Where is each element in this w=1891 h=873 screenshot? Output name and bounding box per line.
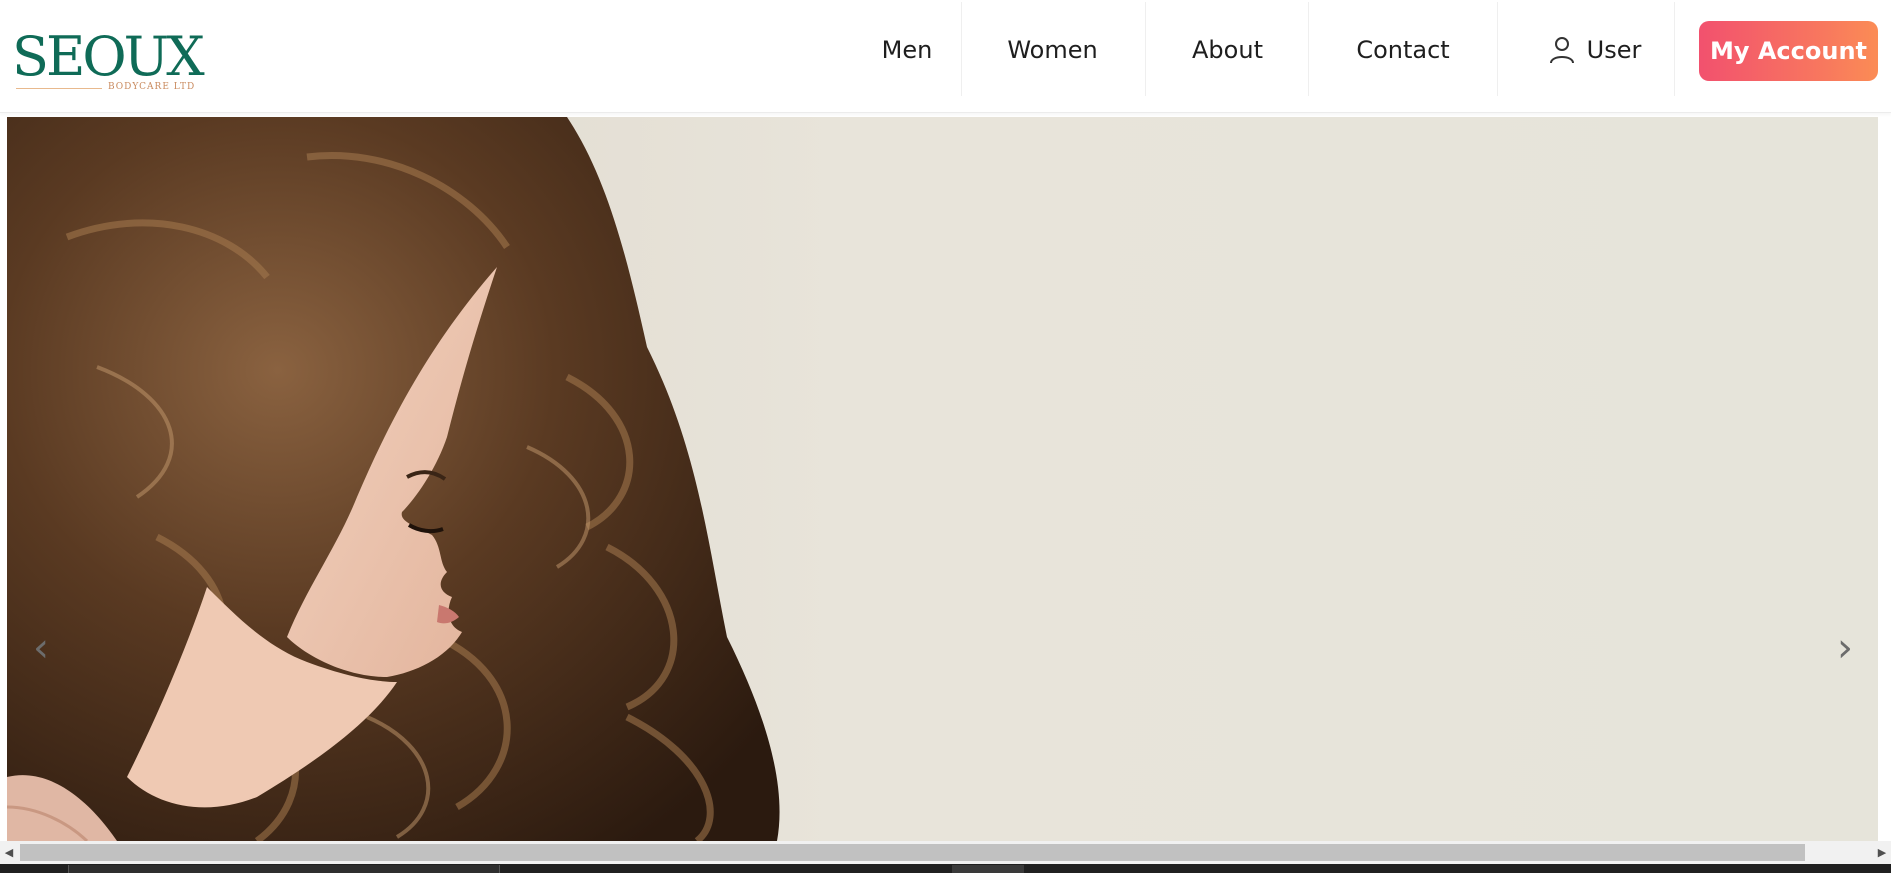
carousel-prev-button[interactable]: ‹	[21, 625, 61, 671]
nav-about[interactable]: About	[1170, 0, 1285, 100]
nav-women[interactable]: Women	[985, 0, 1120, 100]
nav-divider	[1145, 2, 1146, 96]
logo-divider	[16, 88, 102, 89]
nav-divider	[1497, 2, 1498, 96]
site-header: SEOUX BODYCARE LTD Men Women About Conta…	[0, 0, 1891, 113]
nav-divider	[961, 2, 962, 96]
hero-carousel: ‹ ›	[7, 117, 1878, 841]
scroll-left-arrow[interactable]: ◀	[0, 841, 18, 864]
nav-divider	[1308, 2, 1309, 96]
taskbar-item[interactable]	[952, 865, 1024, 873]
logo-subtitle: BODYCARE LTD	[108, 82, 196, 92]
hero-image	[7, 117, 1878, 841]
taskbar-item[interactable]	[68, 865, 500, 873]
nav-men[interactable]: Men	[852, 0, 962, 100]
carousel-next-button[interactable]: ›	[1825, 625, 1865, 671]
os-taskbar	[0, 864, 1891, 873]
scroll-right-arrow[interactable]: ▶	[1873, 841, 1891, 864]
nav-user-label: User	[1586, 36, 1642, 64]
scrollbar-thumb[interactable]	[20, 844, 1805, 861]
nav-contact[interactable]: Contact	[1333, 0, 1473, 100]
logo-wordmark: SEOUX	[12, 25, 205, 88]
nav-divider	[1674, 2, 1675, 96]
my-account-button[interactable]: My Account	[1699, 21, 1878, 81]
user-icon	[1549, 36, 1575, 64]
horizontal-scrollbar[interactable]: ◀ ▶	[0, 841, 1891, 864]
brand-logo[interactable]: SEOUX BODYCARE LTD	[12, 28, 205, 94]
nav-user[interactable]: User	[1525, 0, 1665, 100]
